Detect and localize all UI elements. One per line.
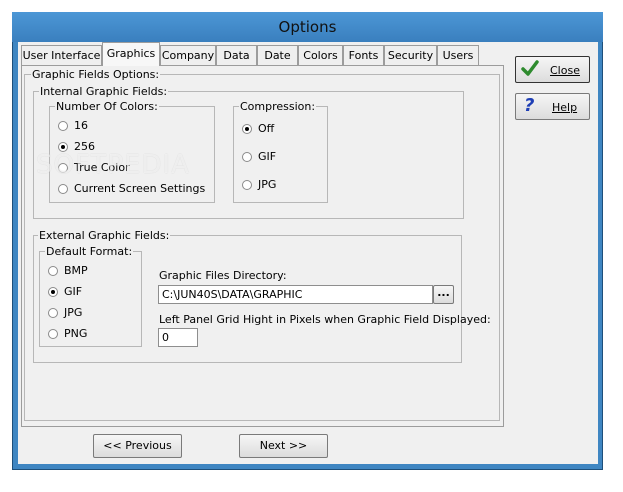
default-format-label: Default Format: [45, 245, 134, 258]
tab-company[interactable]: Company [160, 45, 216, 65]
graphic-files-directory-input[interactable]: C:\JUN40S\DATA\GRAPHIC [158, 285, 433, 304]
softpedia-watermark: SOFTPEDIA [36, 150, 190, 180]
previous-button[interactable]: << Previous [93, 434, 182, 458]
color-16-radio[interactable] [58, 121, 68, 131]
close-button-label: Close [550, 64, 580, 77]
tab-colors[interactable]: Colors [298, 45, 343, 65]
tab-users[interactable]: Users [437, 45, 479, 65]
compression-off-radio[interactable] [242, 124, 252, 134]
format-bmp-label: BMP [64, 264, 88, 277]
tab-graphics[interactable]: Graphics [102, 42, 160, 66]
color-screen-radio[interactable] [58, 184, 68, 194]
check-icon [521, 59, 539, 77]
color-16-label: 16 [74, 119, 88, 132]
help-button[interactable]: ? Help [515, 93, 590, 120]
format-jpg-label: JPG [64, 306, 83, 319]
format-gif-radio[interactable] [48, 287, 58, 297]
question-mark-icon: ? [524, 95, 535, 116]
panel-grid-height-input[interactable]: 0 [158, 328, 198, 347]
compression-off-label: Off [258, 122, 275, 135]
help-button-label: Help [552, 101, 578, 114]
compression-gif-radio[interactable] [242, 152, 252, 162]
compression-jpg-label: JPG [258, 178, 277, 191]
tab-fonts[interactable]: Fonts [343, 45, 384, 65]
format-jpg-radio[interactable] [48, 308, 58, 318]
format-bmp-radio[interactable] [48, 266, 58, 276]
graphic-fields-options-label: Graphic Fields Options: [31, 68, 161, 81]
compression-jpg-radio[interactable] [242, 180, 252, 190]
format-gif-label: GIF [64, 285, 83, 298]
color-screen-label: Current Screen Settings [74, 182, 206, 195]
external-graphic-fields-label: External Graphic Fields: [38, 229, 171, 242]
close-button[interactable]: Close [515, 56, 590, 83]
compression-label: Compression: [239, 100, 317, 113]
format-png-radio[interactable] [48, 329, 58, 339]
tab-date[interactable]: Date [257, 45, 298, 65]
compression-gif-label: GIF [258, 150, 277, 163]
format-png-label: PNG [64, 327, 88, 340]
internal-graphic-fields-label: Internal Graphic Fields: [39, 85, 169, 98]
window-title: Options [12, 12, 603, 42]
next-button[interactable]: Next >> [239, 434, 328, 458]
panel-grid-height-label: Left Panel Grid Hight in Pixels when Gra… [159, 313, 491, 326]
tab-data[interactable]: Data [216, 45, 257, 65]
graphic-files-directory-label: Graphic Files Directory: [159, 269, 287, 282]
number-of-colors-label: Number Of Colors: [55, 100, 159, 113]
tab-user-interface[interactable]: User Interface [21, 45, 102, 65]
tab-security[interactable]: Security [384, 45, 437, 65]
browse-directory-button[interactable]: ... [433, 285, 454, 304]
